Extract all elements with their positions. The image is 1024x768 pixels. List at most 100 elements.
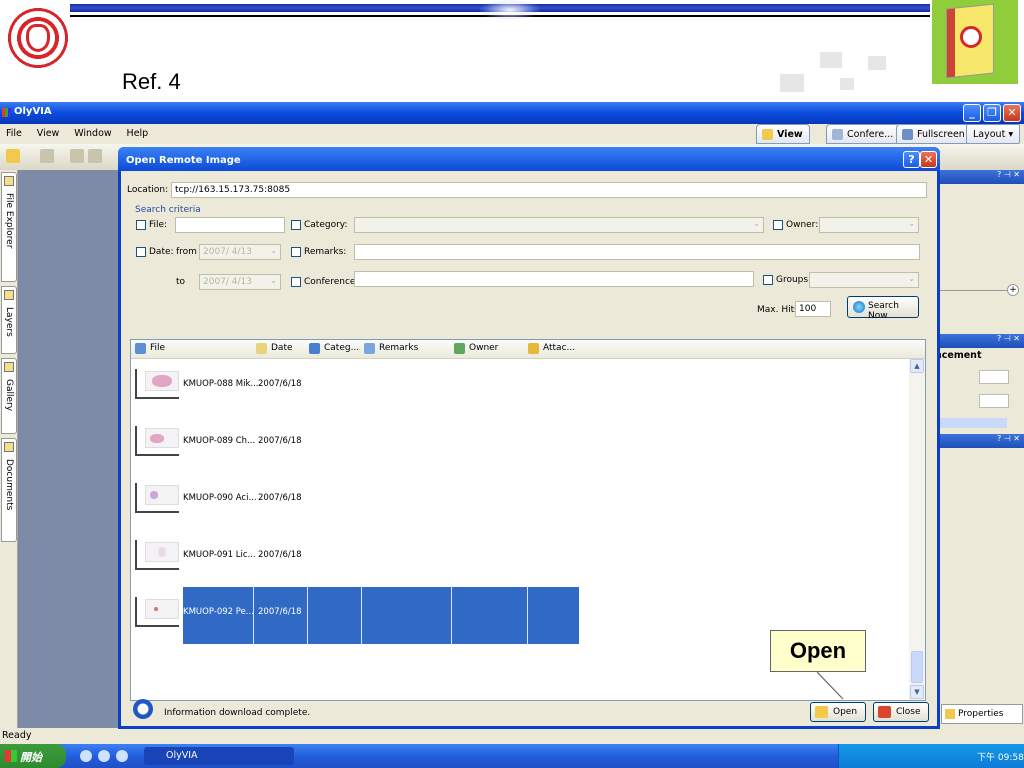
table-row[interactable]: KMUOP-088 Mik... 2007/6/18 bbox=[131, 359, 925, 416]
taskbar-olyvia-button[interactable]: OlyVIA bbox=[144, 747, 294, 765]
row-file-name: KMUOP-090 Aci... bbox=[183, 493, 257, 503]
search-now-button[interactable]: Search Now bbox=[847, 296, 919, 321]
panel-hscroll[interactable] bbox=[935, 418, 1007, 428]
file-checkbox[interactable] bbox=[136, 220, 146, 230]
enhancement-label: ncement bbox=[935, 350, 982, 361]
conference-input[interactable] bbox=[354, 271, 754, 287]
column-owner[interactable]: Owner bbox=[454, 343, 498, 354]
menu-help[interactable]: Help bbox=[127, 128, 149, 139]
left-tab-rail: File Explorer Layers Gallery Documents bbox=[0, 170, 18, 730]
enhancement-field-2[interactable] bbox=[979, 394, 1009, 408]
right-panel: ? ⊣ ✕ + ? ⊣ ✕ ncement ? ⊣ ✕ Properties bbox=[935, 170, 1024, 730]
cell-divider bbox=[361, 587, 362, 644]
owner-checkbox[interactable] bbox=[773, 220, 783, 230]
date-from-picker[interactable]: 2007/ 4/13 ⌄ bbox=[199, 244, 281, 260]
properties-icon bbox=[945, 709, 955, 719]
close-window-button[interactable]: ✕ bbox=[1003, 104, 1021, 122]
row-date: 2007/6/18 bbox=[258, 550, 302, 560]
column-file[interactable]: File bbox=[135, 343, 165, 354]
category-select[interactable]: ⌄ bbox=[354, 217, 764, 233]
location-label: Location: bbox=[127, 185, 169, 195]
remarks-checkbox[interactable] bbox=[291, 247, 301, 257]
table-row[interactable]: KMUOP-090 Aci... 2007/6/18 bbox=[131, 473, 925, 530]
row-file-name: KMUOP-089 Ch... bbox=[183, 436, 256, 446]
open-folder-icon[interactable] bbox=[6, 149, 20, 163]
system-tray: 下午 09:58 bbox=[838, 744, 1024, 768]
from-label: from bbox=[176, 247, 197, 257]
tab-conference[interactable]: Confere... bbox=[826, 124, 901, 144]
category-checkbox[interactable] bbox=[291, 220, 301, 230]
scroll-down-icon[interactable]: ▼ bbox=[910, 685, 924, 699]
tab-layers[interactable]: Layers bbox=[1, 286, 17, 354]
tab-documents[interactable]: Documents bbox=[1, 438, 17, 542]
slide-thumbnail bbox=[135, 426, 179, 456]
tab-properties[interactable]: Properties bbox=[941, 704, 1023, 724]
tab-fullscreen[interactable]: Fullscreen bbox=[896, 124, 972, 144]
column-attachments[interactable]: Attac... bbox=[528, 343, 575, 354]
column-date[interactable]: Date bbox=[256, 343, 293, 354]
row-date: 2007/6/18 bbox=[258, 379, 302, 389]
date-from-value: 2007/ 4/13 bbox=[203, 247, 253, 257]
panel-header-3: ? ⊣ ✕ bbox=[935, 434, 1024, 448]
open-callout-box: Open bbox=[770, 630, 866, 672]
conference-icon bbox=[832, 129, 843, 140]
owner-select[interactable]: ⌄ bbox=[819, 217, 919, 233]
date-to-value: 2007/ 4/13 bbox=[203, 277, 253, 287]
column-category[interactable]: Categ... bbox=[309, 343, 360, 354]
dialog-status-text: Information download complete. bbox=[164, 708, 311, 718]
calendar-icon bbox=[256, 343, 267, 354]
conference-checkbox[interactable] bbox=[291, 277, 301, 287]
quicklaunch-media-icon[interactable] bbox=[98, 750, 110, 762]
enhancement-field-1[interactable] bbox=[979, 370, 1009, 384]
tab-file-explorer[interactable]: File Explorer bbox=[1, 172, 17, 282]
open-folder-icon bbox=[815, 706, 828, 718]
open-button-label: Open bbox=[833, 707, 858, 717]
date-to-picker[interactable]: 2007/ 4/13 ⌄ bbox=[199, 274, 281, 290]
location-input[interactable]: tcp://163.15.173.75:8085 bbox=[171, 182, 927, 198]
view-icon bbox=[762, 129, 773, 140]
layout-dropdown[interactable]: Layout ▾ bbox=[966, 124, 1021, 144]
scroll-thumb[interactable] bbox=[911, 651, 923, 683]
list-scrollbar[interactable]: ▲ ▼ bbox=[909, 359, 925, 700]
menu-file[interactable]: File bbox=[6, 128, 22, 139]
dialog-close-button[interactable]: ✕ bbox=[920, 151, 937, 168]
dialog-help-button[interactable]: ? bbox=[903, 151, 920, 168]
table-row[interactable]: KMUOP-091 Lic... 2007/6/18 bbox=[131, 530, 925, 587]
date-checkbox[interactable] bbox=[136, 247, 146, 257]
column-category-label: Categ... bbox=[324, 343, 360, 353]
save-icon[interactable] bbox=[40, 149, 54, 163]
documents-icon bbox=[4, 442, 14, 452]
file-icon bbox=[135, 343, 146, 354]
open-button[interactable]: Open bbox=[810, 702, 866, 722]
tab-gallery-label: Gallery bbox=[4, 379, 14, 412]
column-remarks[interactable]: Remarks bbox=[364, 343, 418, 354]
max-hits-input[interactable]: 100 bbox=[795, 301, 831, 317]
attachment-icon bbox=[528, 343, 539, 354]
groups-select[interactable]: ⌄ bbox=[809, 272, 919, 288]
zoom-in-icon[interactable]: + bbox=[1007, 284, 1019, 296]
groups-checkbox[interactable] bbox=[763, 275, 773, 285]
tab-file-explorer-label: File Explorer bbox=[4, 193, 14, 249]
date-label: Date: bbox=[149, 247, 174, 257]
quicklaunch-ie-icon[interactable] bbox=[80, 750, 92, 762]
zoom-slider-track[interactable] bbox=[937, 290, 1013, 291]
tab-gallery[interactable]: Gallery bbox=[1, 358, 17, 434]
tab-view[interactable]: View bbox=[756, 124, 810, 144]
table-row[interactable]: KMUOP-089 Ch... 2007/6/18 bbox=[131, 416, 925, 473]
row-file-name: KMUOP-091 Lic... bbox=[183, 550, 256, 560]
export-icon[interactable] bbox=[88, 149, 102, 163]
scroll-up-icon[interactable]: ▲ bbox=[910, 359, 924, 373]
file-input[interactable] bbox=[175, 217, 285, 233]
minimize-button[interactable]: _ bbox=[963, 104, 981, 122]
remarks-input[interactable] bbox=[354, 244, 920, 260]
restore-button[interactable]: ❐ bbox=[983, 104, 1001, 122]
chevron-down-icon: ⌄ bbox=[270, 246, 277, 255]
dialog-title: Open Remote Image bbox=[126, 155, 241, 166]
slide-header-bar bbox=[70, 0, 930, 20]
book-logo bbox=[932, 0, 1018, 84]
close-button[interactable]: Close bbox=[873, 702, 929, 722]
print-icon[interactable] bbox=[70, 149, 84, 163]
menu-window[interactable]: Window bbox=[74, 128, 111, 139]
quicklaunch-desktop-icon[interactable] bbox=[116, 750, 128, 762]
menu-view[interactable]: View bbox=[37, 128, 60, 139]
